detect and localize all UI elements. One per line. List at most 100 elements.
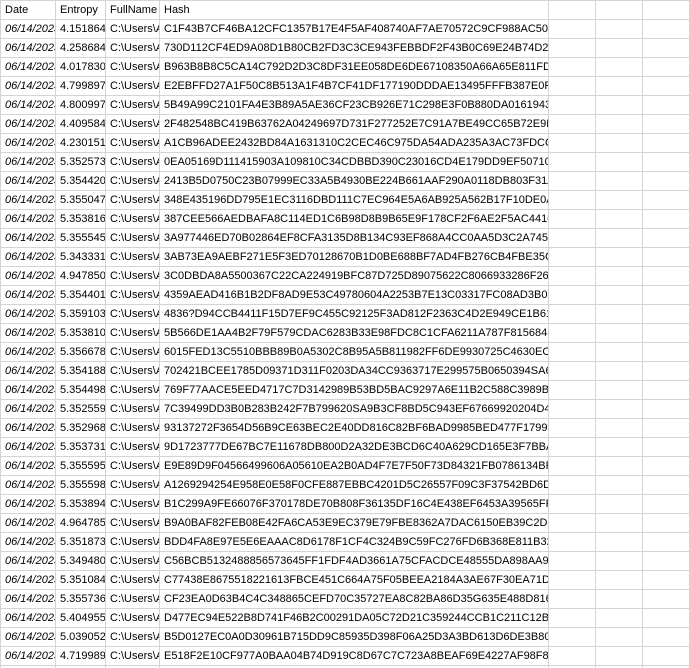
cell-date[interactable]: 06/14/2023 [1,552,56,571]
cell-date[interactable]: 06/14/2023 [1,514,56,533]
cell-empty[interactable] [549,191,596,210]
cell-empty[interactable] [549,210,596,229]
cell-empty[interactable] [549,400,596,419]
table-row[interactable]: 06/14/20235.34333131C:\Users\A3AB73EA9AE… [1,248,690,267]
cell-fullname[interactable]: C:\Users\A [106,438,160,457]
cell-empty[interactable] [643,172,690,191]
cell-empty[interactable] [549,39,596,58]
cell-empty[interactable] [549,286,596,305]
cell-entropy[interactable]: 5.35559585 [56,457,106,476]
cell-empty[interactable] [549,134,596,153]
cell-fullname[interactable]: C:\Users\A [106,39,160,58]
cell-entropy[interactable]: 5.34948038 [56,552,106,571]
table-row[interactable]: 06/14/20235.35373159C:\Users\A9D1723777D… [1,438,690,457]
col-header-hash[interactable]: Hash [160,1,549,20]
cell-entropy[interactable]: 5.3538161 [56,210,106,229]
cell-entropy[interactable]: 4.7199899 [56,647,106,666]
cell-hash[interactable]: 3AB73EA9AEBF271E5F3ED70128670B1D0BE688BF… [160,248,549,267]
cell-empty[interactable] [643,210,690,229]
cell-empty[interactable] [549,647,596,666]
cell-empty[interactable] [596,39,643,58]
cell-hash[interactable]: B1C299A9FE66076F370178DE70B808F36135DF16… [160,495,549,514]
table-row[interactable]: 06/14/20234.40958416C:\Users\A2F482548BC… [1,115,690,134]
cell-entropy[interactable]: 5.3538942 [56,495,106,514]
cell-fullname[interactable]: C:\Users\A [106,305,160,324]
table-row[interactable]: 06/14/20235.35504734C:\Users\A348E435196… [1,191,690,210]
cell-hash[interactable]: 5B566DE1AA4B2F79F579CDAC6283B33E98FDC8C1… [160,324,549,343]
cell-empty[interactable] [596,647,643,666]
cell-fullname[interactable]: C:\Users\A [106,286,160,305]
table-row[interactable]: 06/14/20235.35449802C:\Users\A769F77AACE… [1,381,690,400]
data-grid[interactable]: Date Entropy FullName Hash 06/14/20234.1… [0,0,690,668]
cell-empty[interactable] [643,134,690,153]
cell-entropy[interactable]: 4.964785 [56,514,106,533]
cell-empty[interactable] [596,381,643,400]
cell-hash[interactable]: 3A977446ED70B02864EF8CFA3135D8B134C93EF8… [160,229,549,248]
cell-hash[interactable]: 387CEE566AEDBAFA8C114ED1C6B98D8B9B65E9F1… [160,210,549,229]
cell-empty[interactable] [643,552,690,571]
cell-empty[interactable] [596,153,643,172]
cell-date[interactable]: 06/14/2023 [1,438,56,457]
cell-empty[interactable] [549,609,596,628]
cell-entropy[interactable]: 5.40495506 [56,609,106,628]
cell-empty[interactable] [549,115,596,134]
table-row[interactable]: 06/14/20235.40495506C:\Users\AD477EC94E5… [1,609,690,628]
cell-fullname[interactable]: C:\Users\A [106,533,160,552]
cell-date[interactable]: 06/14/2023 [1,590,56,609]
cell-hash[interactable]: 348E435196DD795E1EC3116DBD111C7EC964E5A6… [160,191,549,210]
cell-empty[interactable] [549,20,596,39]
cell-date[interactable]: 06/14/2023 [1,476,56,495]
table-row[interactable]: 06/14/20234.964785C:\Users\AB9A0BAF82FEB… [1,514,690,533]
cell-empty[interactable] [549,96,596,115]
cell-empty[interactable] [596,457,643,476]
cell-empty[interactable] [549,628,596,647]
cell-empty[interactable] [549,153,596,172]
cell-empty[interactable] [596,571,643,590]
cell-entropy[interactable]: 4.15186444 [56,20,106,39]
cell-hash[interactable]: A1269294254E958E0E58F0CFE887EBBC4201D5C2… [160,476,549,495]
cell-date[interactable]: 06/14/2023 [1,647,56,666]
cell-hash[interactable]: B963B8B8C5CA14C792D2D3C8DF31EE058DE6DE67… [160,58,549,77]
cell-date[interactable]: 06/14/2023 [1,229,56,248]
cell-empty[interactable] [643,381,690,400]
cell-empty[interactable] [549,381,596,400]
cell-entropy[interactable]: 4.25868439 [56,39,106,58]
cell-empty[interactable] [643,115,690,134]
cell-entropy[interactable]: 5.35257375 [56,153,106,172]
cell-empty[interactable] [643,20,690,39]
cell-empty[interactable] [643,286,690,305]
cell-date[interactable]: 06/14/2023 [1,172,56,191]
cell-hash[interactable]: A1CB96ADEE2432BD84A1631310C2CEC46C975DA5… [160,134,549,153]
cell-hash[interactable]: C77438E8675518221613FBCE451C664A75F05BEE… [160,571,549,590]
table-row[interactable]: 06/14/20235.3538161C:\Users\A387CEE566AE… [1,210,690,229]
cell-empty[interactable] [643,571,690,590]
table-row[interactable]: 06/14/20235.35910332C:\Users\A4836?D94CC… [1,305,690,324]
cell-entropy[interactable]: 5.35504734 [56,191,106,210]
cell-empty[interactable] [549,172,596,191]
cell-date[interactable]: 06/14/2023 [1,77,56,96]
cell-fullname[interactable]: C:\Users\A [106,20,160,39]
cell-hash[interactable]: 2413B5D0750C23B07999EC33A5B4930BE224B661… [160,172,549,191]
cell-entropy[interactable]: 5.35440119 [56,286,106,305]
cell-entropy[interactable]: 5.35559803 [56,476,106,495]
cell-empty[interactable] [596,210,643,229]
cell-hash[interactable]: C1F43B7CF46BA12CFC1357B17E4F5AF408740AF7… [160,20,549,39]
cell-entropy[interactable]: 5.35381062 [56,324,106,343]
cell-date[interactable]: 06/14/2023 [1,58,56,77]
cell-hash[interactable]: 5B49A99C2101FA4E3B89A5AE36CF23CB926E71C2… [160,96,549,115]
col-header-empty[interactable] [596,1,643,20]
cell-empty[interactable] [549,457,596,476]
cell-fullname[interactable]: C:\Users\A [106,324,160,343]
cell-empty[interactable] [596,419,643,438]
cell-empty[interactable] [596,77,643,96]
cell-fullname[interactable]: C:\Users\A [106,590,160,609]
cell-fullname[interactable]: C:\Users\A [106,647,160,666]
cell-empty[interactable] [596,552,643,571]
cell-date[interactable]: 06/14/2023 [1,286,56,305]
table-row[interactable]: 06/14/20235.35381062C:\Users\A5B566DE1AA… [1,324,690,343]
cell-empty[interactable] [549,229,596,248]
table-row[interactable]: 06/14/20235.3566789C:\Users\A6015FED13C5… [1,343,690,362]
cell-empty[interactable] [596,438,643,457]
cell-hash[interactable]: 769F77AACE5EED4717C7D3142989B53BD5BAC929… [160,381,549,400]
cell-empty[interactable] [549,571,596,590]
